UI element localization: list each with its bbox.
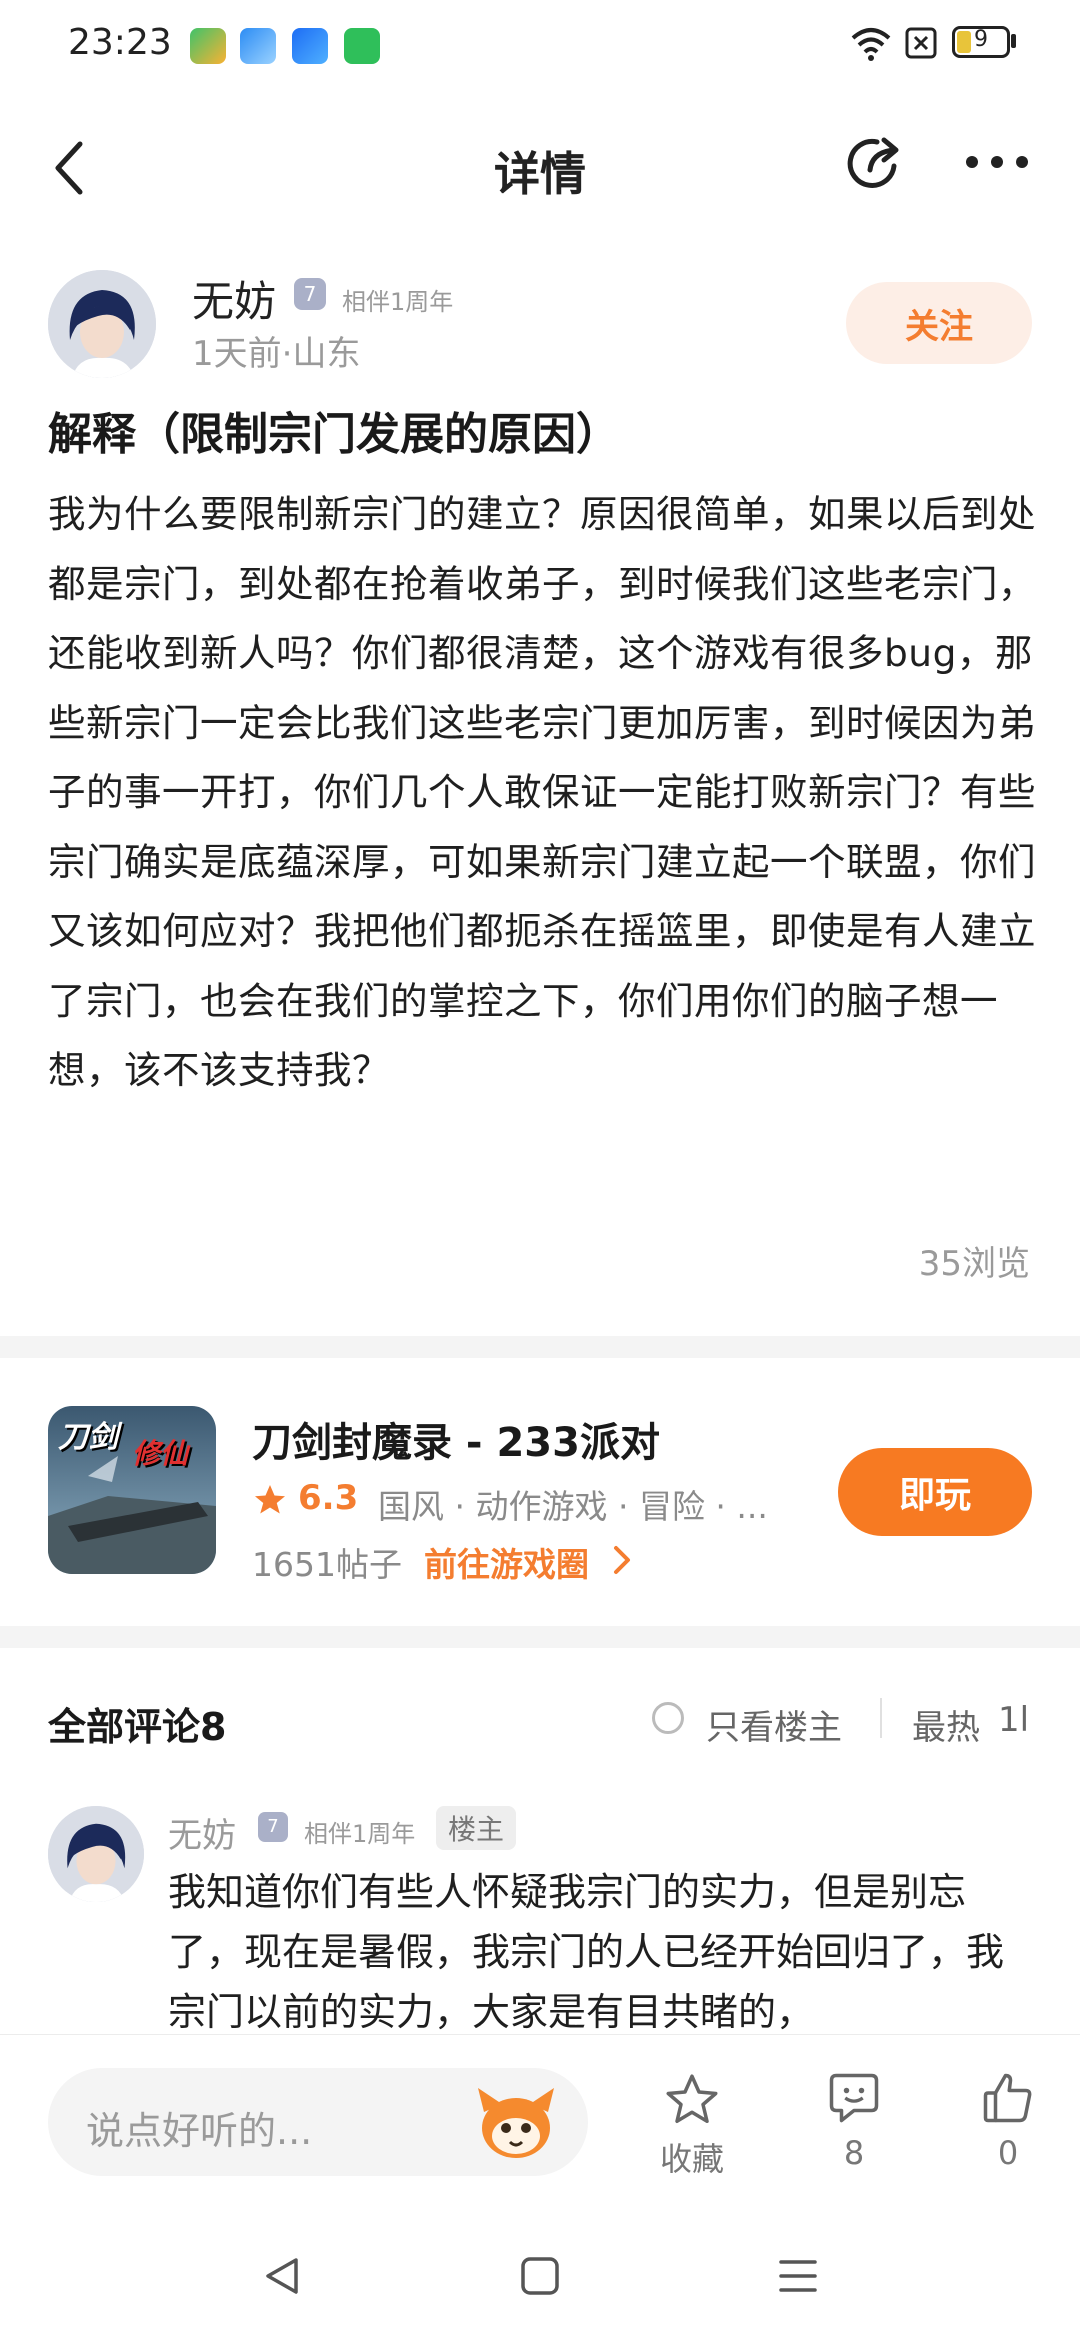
commenter-name[interactable]: 无妨: [168, 1808, 236, 1857]
status-time: 23:23: [68, 22, 172, 63]
app-notification-icon: [190, 28, 226, 64]
sim-icon: [905, 27, 937, 59]
nav-home-icon[interactable]: [518, 2254, 562, 2298]
comment-input-placeholder[interactable]: 说点好听的...: [86, 2100, 312, 2155]
game-thumbnail[interactable]: 刀剑 修仙: [48, 1406, 216, 1574]
comments-title: 全部评论8: [48, 1705, 227, 1749]
anniversary-badge-icon: 7: [258, 1812, 288, 1842]
commenter-badge: 相伴1周年: [304, 1820, 416, 1848]
sort-hot[interactable]: 最热: [912, 1700, 980, 1749]
app-notification-icon: [240, 28, 276, 64]
follow-button[interactable]: 关注: [846, 282, 1032, 364]
like-count[interactable]: 0: [958, 2134, 1058, 2172]
comment-count[interactable]: 8: [804, 2134, 904, 2172]
app-notification-icon: [292, 28, 328, 64]
game-tags: 国风 · 动作游戏 · 冒险 · ...: [378, 1487, 768, 1526]
page-title: 详情: [494, 147, 586, 201]
anniversary-badge-icon: 7: [294, 278, 326, 310]
nav-menu-icon[interactable]: [776, 2254, 820, 2298]
only-host-toggle[interactable]: 只看楼主: [706, 1700, 842, 1749]
header-separator: [880, 1698, 882, 1738]
author-avatar[interactable]: [48, 270, 156, 378]
star-icon: [255, 1485, 285, 1514]
battery-level: 9: [974, 27, 988, 52]
share-icon[interactable]: [844, 130, 910, 196]
comment-icon[interactable]: [824, 2068, 884, 2128]
author-badge: 相伴1周年: [342, 288, 454, 316]
more-icon[interactable]: [962, 150, 1032, 174]
only-host-radio[interactable]: [652, 1702, 684, 1734]
collect-star-icon[interactable]: [662, 2070, 722, 2130]
view-count: 35浏览: [918, 1244, 1030, 1284]
collect-label[interactable]: 收藏: [642, 2134, 742, 2180]
sort-icon[interactable]: 1l: [998, 1700, 1029, 1740]
status-bar: 23:23 9: [0, 0, 1080, 96]
game-post-count: 1651帖子: [252, 1545, 402, 1584]
section-divider: [0, 1626, 1080, 1648]
game-thumb-text: 刀剑: [58, 1420, 118, 1455]
nav-back-icon[interactable]: [260, 2254, 304, 2298]
commenter-avatar[interactable]: [48, 1806, 144, 1902]
game-rating: 6.3: [298, 1478, 359, 1518]
post-meta: 1天前·山东: [192, 334, 361, 374]
app-notification-icon: [344, 28, 380, 64]
chevron-right-icon[interactable]: [610, 1542, 634, 1578]
game-title[interactable]: 刀剑封魔录 - 233派对: [252, 1410, 660, 1468]
section-divider: [0, 1336, 1080, 1358]
author-name[interactable]: 无妨: [192, 268, 276, 329]
play-button[interactable]: 即玩: [838, 1448, 1032, 1536]
wifi-icon: [851, 28, 891, 61]
battery-cap: [1011, 34, 1016, 48]
comment-body: 我知道你们有些人怀疑我宗门的实力，但是别忘了，现在是暑假，我宗门的人已经开始回归…: [168, 1870, 1005, 2034]
host-tag: 楼主: [436, 1806, 517, 1850]
battery-icon: 9: [952, 26, 1010, 58]
post-title: 解释（限制宗门发展的原因）: [48, 409, 620, 460]
post-body: 我为什么要限制新宗门的建立？原因很简单，如果以后到处都是宗门，到处都在抢着收弟子…: [48, 492, 1036, 1092]
goto-game-circle-link[interactable]: 前往游戏圈: [424, 1538, 589, 1586]
like-thumb-icon[interactable]: [978, 2068, 1038, 2128]
game-thumb-text: 修仙: [132, 1437, 189, 1470]
mascot-emoji-icon[interactable]: [474, 2082, 558, 2162]
